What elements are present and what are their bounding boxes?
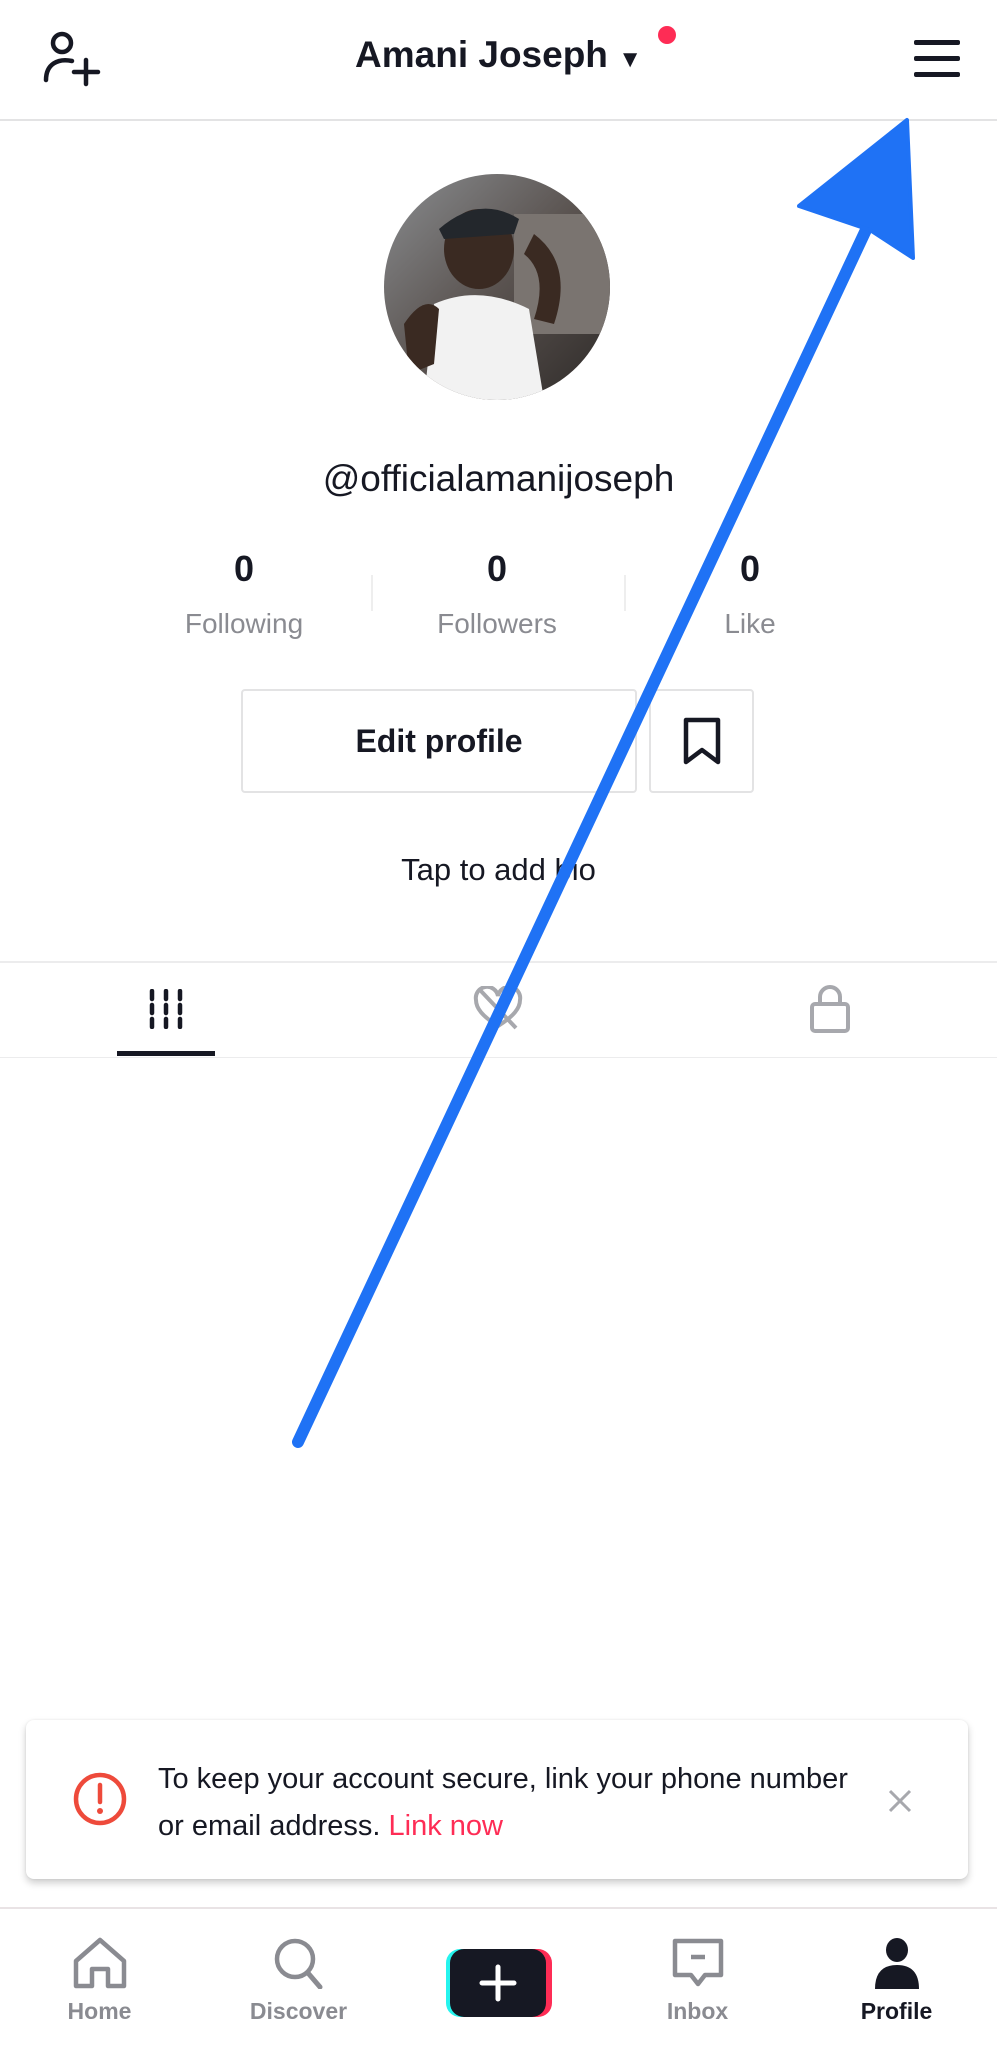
nav-label: Discover xyxy=(249,1998,348,2024)
hamburger-icon[interactable] xyxy=(912,38,962,80)
username: @officialamanijoseph xyxy=(322,458,675,499)
avatar-photo xyxy=(404,208,610,400)
stat-likes[interactable]: 0 Like xyxy=(625,548,875,640)
bookmark-icon xyxy=(683,717,720,765)
security-banner: To keep your account secure, link your p… xyxy=(26,1720,968,1879)
stat-value: 0 xyxy=(739,548,761,589)
stat-followers[interactable]: 0 Followers xyxy=(372,548,622,640)
alert-circle-icon xyxy=(73,1772,127,1826)
home-icon xyxy=(73,1937,126,1989)
inbox-icon xyxy=(672,1938,723,1987)
stat-label: Like xyxy=(724,608,776,639)
avatar[interactable] xyxy=(384,174,610,400)
grid-icon[interactable] xyxy=(146,989,186,1029)
lock-icon[interactable] xyxy=(808,984,852,1034)
liked-hidden-icon[interactable] xyxy=(472,986,524,1032)
nav-label: Home xyxy=(67,1998,132,2024)
edit-profile-button[interactable]: Edit profile xyxy=(241,689,637,793)
search-icon xyxy=(274,1938,322,1990)
account-switcher[interactable]: Amani Joseph ▼ xyxy=(0,34,997,76)
stat-label: Following xyxy=(184,608,304,639)
nav-inbox[interactable]: Inbox xyxy=(598,1937,797,2025)
stat-value: 0 xyxy=(486,548,508,589)
nav-discover[interactable]: Discover xyxy=(199,1937,398,2025)
close-icon[interactable] xyxy=(887,1788,913,1814)
active-tab-indicator xyxy=(117,1051,215,1056)
divider xyxy=(0,961,997,963)
add-bio-link[interactable]: Tap to add bio xyxy=(0,852,997,888)
stat-value: 0 xyxy=(233,548,255,589)
link-now-link[interactable]: Link now xyxy=(389,1810,503,1842)
nav-profile[interactable]: Profile xyxy=(797,1937,996,2025)
edit-profile-label: Edit profile xyxy=(355,722,523,759)
caret-down-icon: ▼ xyxy=(618,46,642,73)
create-button[interactable] xyxy=(399,1949,598,2024)
nav-label: Inbox xyxy=(666,1998,729,2024)
profile-icon xyxy=(874,1938,919,1989)
account-name: Amani Joseph xyxy=(355,34,608,75)
notification-dot xyxy=(658,26,676,44)
bottom-nav: Home Discover Inbox Profile xyxy=(0,1907,997,2048)
header: Amani Joseph ▼ xyxy=(0,0,997,121)
divider xyxy=(0,1057,997,1058)
banner-message: To keep your account secure, link your p… xyxy=(158,1756,858,1850)
stat-following[interactable]: 0 Following xyxy=(119,548,369,640)
stat-label: Followers xyxy=(437,608,557,639)
create-plus-icon xyxy=(445,1949,552,2017)
nav-label: Profile xyxy=(860,1998,933,2024)
bookmarks-button[interactable] xyxy=(649,689,754,793)
nav-home[interactable]: Home xyxy=(0,1937,199,2025)
